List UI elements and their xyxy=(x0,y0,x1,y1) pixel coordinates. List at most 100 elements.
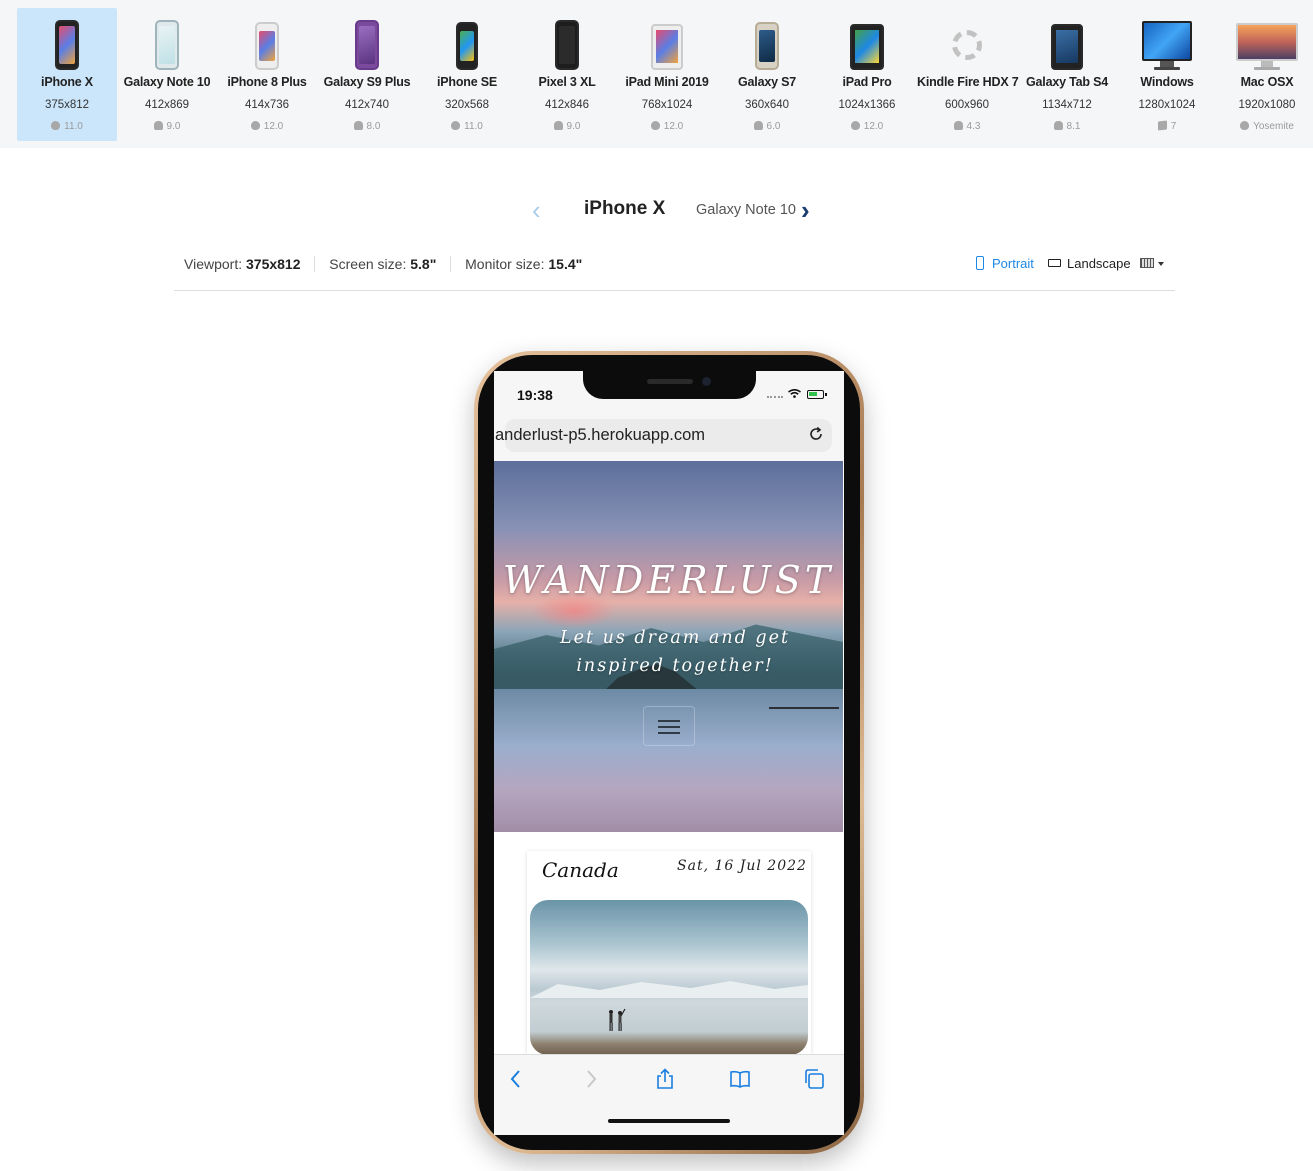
android-icon xyxy=(353,121,363,130)
device-resolution: 1134x712 xyxy=(1042,99,1092,111)
caret-down-icon[interactable] xyxy=(1158,262,1164,266)
device-name: iPad Pro xyxy=(842,75,892,89)
device-ipad-pro[interactable]: iPad Pro 1024x1366 12.0 xyxy=(817,8,917,141)
apple-icon xyxy=(650,121,660,130)
device-os: 12.0 xyxy=(617,121,717,132)
windows-monitor-thumbnail xyxy=(1117,16,1217,70)
device-os: 7 xyxy=(1117,120,1217,132)
iphone-x-thumbnail xyxy=(17,16,117,70)
device-name: Galaxy Note 10 xyxy=(123,75,211,89)
share-icon[interactable] xyxy=(654,1068,676,1090)
device-resolution: 360x640 xyxy=(744,99,790,111)
device-galaxy-s7[interactable]: Galaxy S7 360x640 6.0 xyxy=(717,8,817,141)
chevron-left-icon[interactable]: ‹ xyxy=(532,197,541,223)
device-windows[interactable]: Windows 1280x1024 7 xyxy=(1117,8,1217,141)
device-os: 11.0 xyxy=(17,121,117,132)
device-resolution: 375x812 xyxy=(44,99,90,111)
device-resolution: 1280x1024 xyxy=(1138,99,1196,111)
android-icon xyxy=(753,121,763,130)
mac-monitor-thumbnail xyxy=(1217,16,1313,70)
device-pixel-3-xl[interactable]: Pixel 3 XL 412x846 9.0 xyxy=(517,8,617,141)
device-selector-bar: iPhone X 375x812 11.0 Galaxy Note 10 412… xyxy=(0,0,1313,148)
device-os: 8.1 xyxy=(1017,121,1117,132)
device-name: Mac OSX xyxy=(1240,75,1294,89)
card-title: Canada xyxy=(542,858,619,882)
galaxy-tab-s4-thumbnail xyxy=(1017,16,1117,70)
galaxy-note-10-thumbnail xyxy=(117,16,217,70)
portrait-icon xyxy=(976,256,984,270)
divider xyxy=(450,256,452,272)
device-resolution: 1024x1366 xyxy=(838,99,896,111)
hero-title: WANDERLUST xyxy=(502,558,835,602)
device-name: Galaxy S7 xyxy=(738,75,796,89)
next-device-link[interactable]: Galaxy Note 10 xyxy=(696,202,796,218)
device-iphone-8-plus[interactable]: iPhone 8 Plus 414x736 12.0 xyxy=(217,8,317,141)
galaxy-s7-thumbnail xyxy=(717,16,817,70)
back-icon[interactable] xyxy=(505,1068,527,1090)
battery-icon xyxy=(807,390,827,399)
landscape-button[interactable]: Landscape xyxy=(1048,256,1131,271)
device-name: Windows xyxy=(1140,75,1194,89)
device-iphone-x[interactable]: iPhone X 375x812 11.0 xyxy=(17,8,117,141)
device-kindle-fire-hdx-7[interactable]: Kindle Fire HDX 7 600x960 4.3 xyxy=(917,8,1019,141)
apple-icon xyxy=(451,121,461,130)
bookmarks-icon[interactable] xyxy=(729,1068,751,1090)
device-resolution: 412x869 xyxy=(144,99,190,111)
device-name: Kindle Fire HDX 7 xyxy=(917,75,1019,89)
device-resolution: 412x740 xyxy=(344,99,390,111)
divider xyxy=(174,290,1175,291)
home-indicator xyxy=(608,1119,730,1123)
device-os: 9.0 xyxy=(517,121,617,132)
portrait-button[interactable]: Portrait xyxy=(976,256,1034,271)
pier xyxy=(769,707,839,719)
snowy-mountains xyxy=(530,981,808,998)
device-resolution: 320x568 xyxy=(444,99,490,111)
device-mac-osx[interactable]: Mac OSX 1920x1080 Yosemite xyxy=(1217,8,1313,141)
apple-icon xyxy=(51,121,61,130)
android-icon xyxy=(953,121,963,130)
current-device-title: iPhone X xyxy=(584,198,666,219)
chevron-right-icon[interactable]: › xyxy=(801,197,810,223)
wifi-icon xyxy=(788,389,801,398)
device-name: iPhone 8 Plus xyxy=(227,75,307,89)
signal-icon xyxy=(767,396,783,400)
url-text[interactable]: anderlust-p5.herokuapp.com xyxy=(495,426,705,445)
reload-icon[interactable] xyxy=(808,426,824,442)
device-os: 9.0 xyxy=(117,121,217,132)
card-image xyxy=(530,900,808,1055)
keyboard-icon[interactable] xyxy=(1140,258,1154,268)
monitor-size-label: Monitor size: xyxy=(465,256,545,272)
camera xyxy=(702,377,711,386)
device-os: 4.3 xyxy=(917,121,1017,132)
android-icon xyxy=(1053,121,1063,130)
device-resolution: 414x736 xyxy=(244,99,290,111)
monitor-size-value: 15.4" xyxy=(548,256,583,272)
device-ipad-mini-2019[interactable]: iPad Mini 2019 768x1024 12.0 xyxy=(617,8,717,141)
device-resolution: 412x846 xyxy=(544,99,590,111)
device-name: Pixel 3 XL xyxy=(538,75,596,89)
forward-icon[interactable] xyxy=(580,1068,602,1090)
loading-spinner-icon xyxy=(917,16,1017,70)
device-name: iPhone X xyxy=(41,75,93,89)
device-resolution: 768x1024 xyxy=(641,99,693,111)
device-galaxy-s9-plus[interactable]: Galaxy S9 Plus 412x740 8.0 xyxy=(317,8,417,141)
device-galaxy-tab-s4[interactable]: Galaxy Tab S4 1134x712 8.1 xyxy=(1017,8,1117,141)
device-galaxy-note-10[interactable]: Galaxy Note 10 412x869 9.0 xyxy=(117,8,217,141)
android-icon xyxy=(553,121,563,130)
card-date: Sat, 16 Jul 2022 xyxy=(677,858,807,874)
hero-subtitle: Let us dream and get inspired together! xyxy=(560,628,790,676)
android-icon xyxy=(153,121,163,130)
device-name: iPhone SE xyxy=(436,75,498,89)
device-os: 6.0 xyxy=(717,121,817,132)
device-resolution: 600x960 xyxy=(944,99,990,111)
menu-icon[interactable] xyxy=(643,706,695,746)
tabs-icon[interactable] xyxy=(803,1068,825,1090)
device-info-bar: Viewport: 375x812 Screen size: 5.8" Moni… xyxy=(184,256,582,272)
iphone-se-thumbnail xyxy=(417,16,517,70)
status-time: 19:38 xyxy=(517,387,553,403)
device-os: Yosemite xyxy=(1217,121,1313,132)
ipad-pro-thumbnail xyxy=(817,16,917,70)
device-iphone-se[interactable]: iPhone SE 320x568 11.0 xyxy=(417,8,517,141)
windows-icon xyxy=(1157,120,1167,131)
device-os: 12.0 xyxy=(217,121,317,132)
